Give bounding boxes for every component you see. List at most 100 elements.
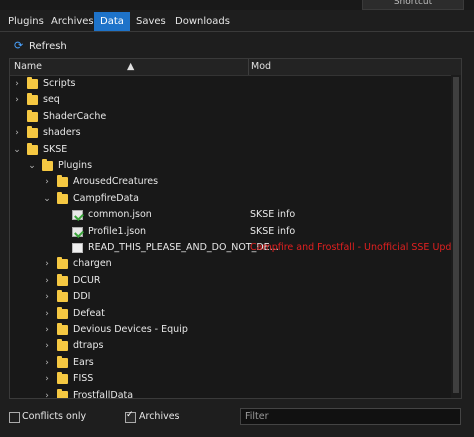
folder-icon (57, 306, 68, 319)
tree-folder-row[interactable]: › FrostfallData (10, 388, 451, 398)
tab-archives[interactable]: Archives (45, 12, 100, 31)
scroll-thumb[interactable] (453, 77, 459, 393)
tree-folder-row[interactable]: › DDI (10, 289, 451, 305)
column-header-mod[interactable]: Mod (251, 59, 271, 75)
column-separator[interactable] (248, 59, 249, 75)
archives-label: Archives (139, 411, 180, 422)
refresh-icon: ⟳ (14, 39, 24, 52)
folder-icon (27, 126, 38, 139)
shortcut-button[interactable]: Shortcut (362, 0, 464, 10)
folder-icon (57, 257, 68, 270)
tree-folder-row[interactable]: ⌄ SKSE (10, 142, 451, 158)
tree-folder-row[interactable]: › shaders (10, 125, 451, 141)
tree-folder-row[interactable]: › ArousedCreatures (10, 174, 451, 190)
chevron-down-icon[interactable]: ⌄ (27, 158, 37, 174)
file-icon (72, 210, 83, 221)
tree-file-row[interactable]: READ_THIS_PLEASE_AND_DO_NOT_DE... Campfir… (10, 240, 451, 256)
chevron-right-icon[interactable]: › (42, 355, 52, 371)
folder-icon (57, 355, 68, 368)
tree-header: Name ▲ Mod (10, 59, 461, 76)
tree-item-name: SKSE (43, 143, 68, 155)
folder-icon (42, 159, 53, 171)
tree-item-name: ArousedCreatures (73, 176, 159, 188)
chevron-right-icon[interactable]: › (42, 174, 52, 190)
folder-icon (57, 290, 68, 303)
folder-icon (27, 93, 38, 106)
column-header-name[interactable]: Name (14, 59, 42, 75)
conflicts-only-label: Conflicts only (22, 411, 87, 422)
vertical-scrollbar[interactable] (451, 75, 461, 398)
tree-rows: › Scripts › seq ShaderCache › shaders ⌄ SKSE ⌄ Plu… (10, 75, 451, 398)
bottom-bar: Conflicts only Archives (0, 404, 474, 434)
chevron-right-icon[interactable]: › (12, 92, 22, 108)
tab-bar: Plugins Archives Data Saves Downloads (0, 12, 474, 31)
folder-icon (27, 142, 38, 155)
sort-up-icon: ▲ (127, 61, 135, 72)
tree-item-name: Defeat (73, 307, 105, 319)
tree-item-name: common.json (88, 209, 152, 221)
chevron-right-icon[interactable]: › (42, 273, 52, 289)
tab-plugins[interactable]: Plugins (2, 12, 50, 31)
chevron-right-icon[interactable]: › (12, 125, 22, 141)
tree-folder-row[interactable]: › Ears (10, 355, 451, 371)
tab-saves[interactable]: Saves (130, 12, 172, 31)
tree-item-name: shaders (43, 127, 81, 139)
chevron-right-icon[interactable]: › (42, 388, 52, 398)
tree-item-name: CampfireData (73, 192, 139, 204)
title-bar: Shortcut (0, 0, 474, 10)
tree-item-mod: Campfire and Frostfall - Unofficial SSE … (250, 242, 451, 253)
tree-folder-row[interactable]: › Scripts (10, 76, 451, 92)
folder-icon (27, 109, 38, 122)
tree-item-name: Plugins (58, 160, 93, 171)
chevron-right-icon[interactable]: › (42, 256, 52, 272)
refresh-button[interactable]: ⟳ Refresh (14, 38, 67, 54)
tree-folder-row[interactable]: › seq (10, 92, 451, 108)
tree-item-name: DCUR (73, 274, 101, 286)
tree-item-name: seq (43, 94, 60, 106)
tree-item-mod: SKSE info (250, 225, 296, 237)
file-icon (72, 243, 83, 253)
folder-icon (57, 372, 68, 385)
tab-divider (0, 31, 474, 32)
chevron-down-icon[interactable]: ⌄ (12, 142, 22, 158)
tree-item-name: ShaderCache (43, 110, 107, 122)
chevron-right-icon[interactable]: › (12, 76, 22, 92)
data-tree: Name ▲ Mod › Scripts › seq ShaderCache › shade… (9, 58, 462, 399)
tree-folder-row[interactable]: ShaderCache (10, 109, 451, 125)
tree-folder-row[interactable]: ⌄ CampfireData (10, 191, 451, 207)
folder-icon (57, 323, 68, 335)
tree-item-name: DDI (73, 291, 91, 303)
chevron-right-icon[interactable]: › (42, 322, 52, 338)
tree-folder-row[interactable]: › Devious Devices - Equip (10, 322, 451, 338)
tree-item-name: FISS (73, 373, 94, 385)
tab-data[interactable]: Data (94, 12, 130, 31)
tree-folder-row[interactable]: › dtraps (10, 338, 451, 354)
tree-folder-row[interactable]: › DCUR (10, 273, 451, 289)
chevron-right-icon[interactable]: › (42, 289, 52, 305)
tree-item-mod: SKSE info (250, 209, 296, 221)
folder-icon (57, 191, 68, 204)
folder-icon (57, 339, 68, 352)
tree-item-name: dtraps (73, 340, 104, 352)
tab-downloads[interactable]: Downloads (169, 12, 236, 31)
folder-icon (57, 175, 68, 188)
archives-checkbox[interactable] (125, 410, 136, 423)
chevron-right-icon[interactable]: › (42, 338, 52, 354)
tree-file-row[interactable]: common.json SKSE info (10, 207, 451, 223)
tree-item-name: Profile1.json (88, 225, 147, 237)
tree-item-name: Devious Devices - Equip (73, 324, 188, 335)
chevron-right-icon[interactable]: › (42, 371, 52, 387)
chevron-right-icon[interactable]: › (42, 306, 52, 322)
refresh-label: Refresh (29, 41, 67, 52)
chevron-down-icon[interactable]: ⌄ (42, 191, 52, 207)
tree-file-row[interactable]: Profile1.json SKSE info (10, 224, 451, 240)
conflicts-only-checkbox[interactable] (9, 412, 20, 423)
tree-folder-row[interactable]: › Defeat (10, 306, 451, 322)
file-icon (72, 226, 83, 237)
folder-icon (57, 273, 68, 286)
tree-folder-row[interactable]: › FISS (10, 371, 451, 387)
tree-folder-row[interactable]: ⌄ Plugins (10, 158, 451, 174)
filter-input[interactable] (240, 408, 461, 425)
folder-icon (57, 388, 68, 398)
tree-folder-row[interactable]: › chargen (10, 256, 451, 272)
